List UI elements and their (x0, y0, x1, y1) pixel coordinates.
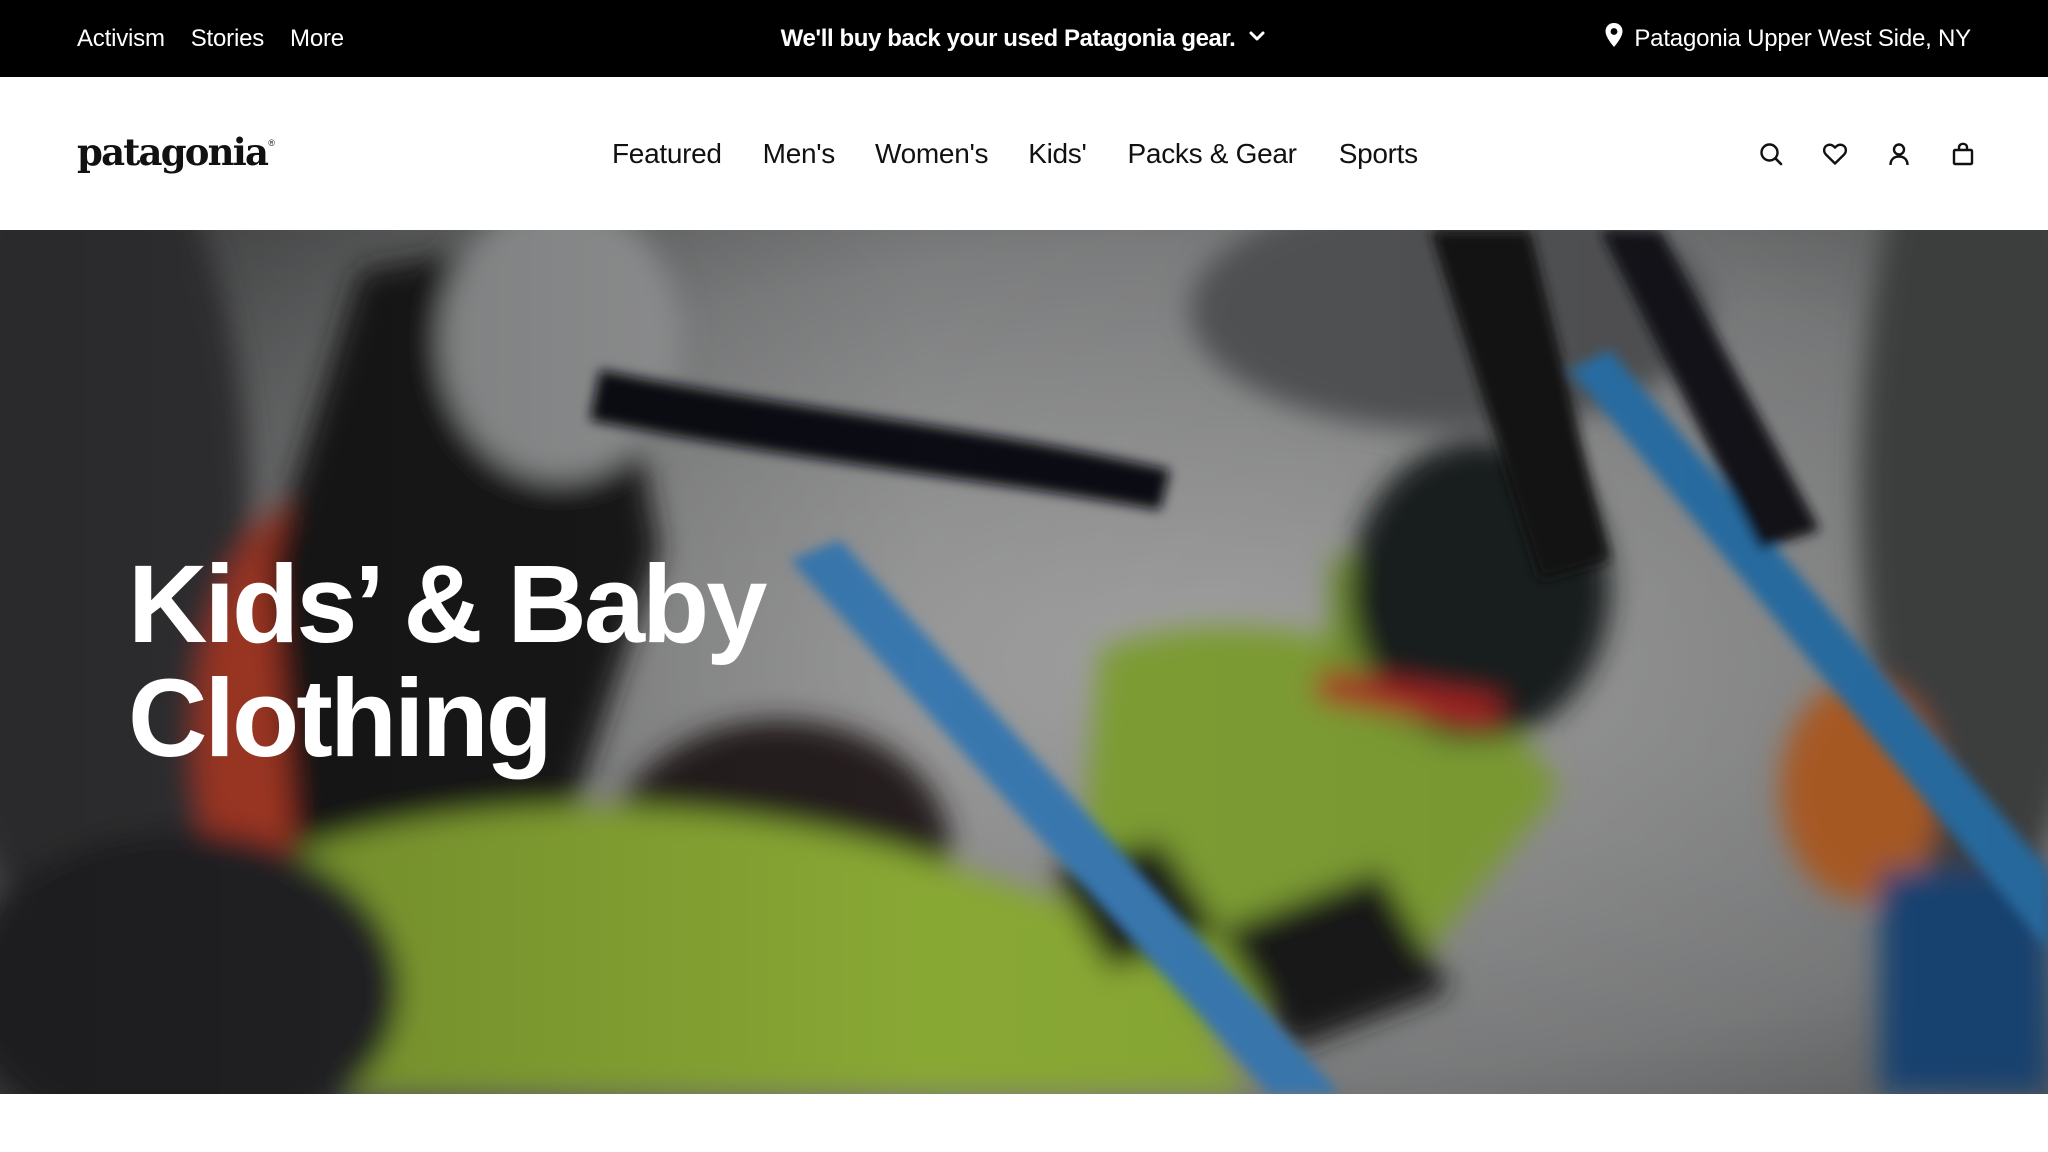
search-icon[interactable] (1758, 141, 1784, 167)
stories-link[interactable]: Stories (191, 25, 264, 53)
chevron-down-icon (1247, 25, 1267, 53)
logo-wordmark: patagonia (77, 130, 269, 174)
store-selector[interactable]: Patagonia Upper West Side, NY (1604, 0, 1971, 77)
nav-sports[interactable]: Sports (1339, 138, 1418, 170)
account-icon[interactable] (1886, 141, 1912, 167)
utility-bar: Activism Stories More We'll buy back you… (0, 0, 2048, 77)
site-header: patagonia ® Featured Men's Women's Kids'… (0, 77, 2048, 230)
location-pin-icon (1604, 22, 1624, 55)
page-title: Kids’ & Baby Clothing (128, 548, 1028, 776)
logo-registered-mark: ® (268, 138, 275, 148)
activism-link[interactable]: Activism (77, 25, 165, 53)
main-nav: Featured Men's Women's Kids' Packs & Gea… (612, 77, 1418, 230)
hero-banner: Kids’ & Baby Clothing (0, 230, 2048, 1094)
nav-kids[interactable]: Kids' (1028, 138, 1087, 170)
content-area (0, 1094, 2048, 1152)
header-actions (1758, 77, 1976, 230)
more-link[interactable]: More (290, 25, 344, 53)
promo-banner[interactable]: We'll buy back your used Patagonia gear. (781, 25, 1268, 53)
store-name: Patagonia Upper West Side, NY (1634, 24, 1971, 52)
patagonia-logo[interactable]: patagonia ® (77, 127, 275, 177)
page-title-line-2: Clothing (128, 657, 553, 780)
nav-womens[interactable]: Women's (875, 138, 989, 170)
nav-featured[interactable]: Featured (612, 138, 722, 170)
page-title-line-1: Kids’ & Baby (128, 543, 767, 666)
bag-icon[interactable] (1950, 141, 1976, 167)
utility-links: Activism Stories More (77, 0, 344, 77)
nav-mens[interactable]: Men's (763, 138, 836, 170)
heart-icon[interactable] (1822, 141, 1848, 167)
nav-packs-gear[interactable]: Packs & Gear (1128, 138, 1297, 170)
promo-text: We'll buy back your used Patagonia gear. (780, 24, 1236, 52)
